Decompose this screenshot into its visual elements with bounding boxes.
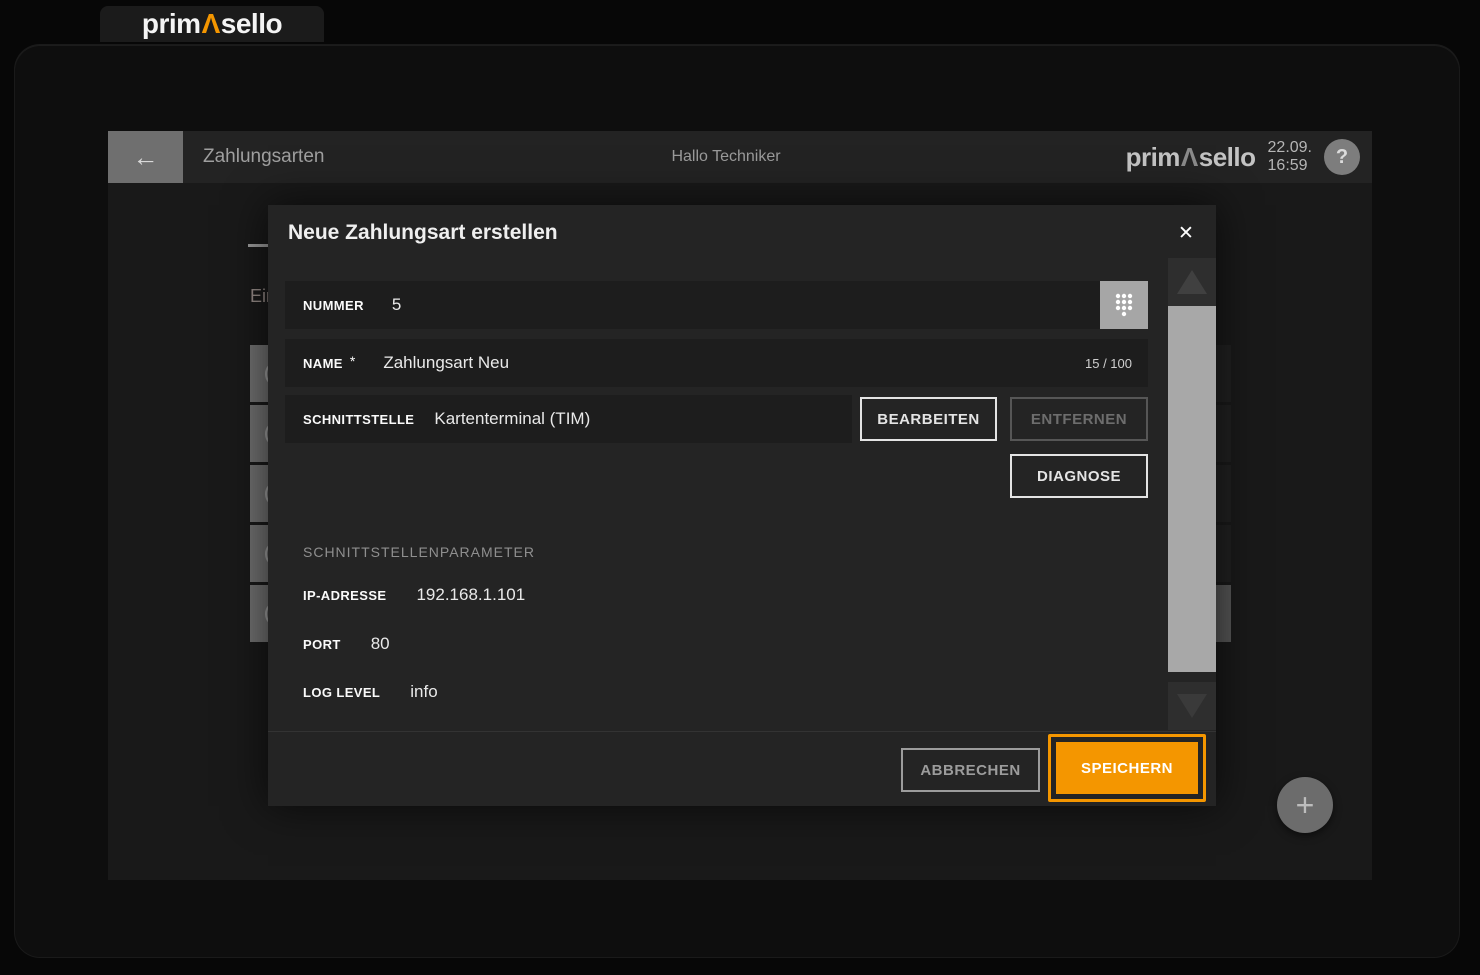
scroll-up-button[interactable]	[1168, 258, 1216, 306]
help-button[interactable]: ?	[1324, 139, 1360, 175]
port-value: 80	[371, 634, 390, 654]
brand-part2: sello	[221, 8, 282, 39]
name-value: Zahlungsart Neu	[383, 353, 509, 373]
modal-title: Neue Zahlungsart erstellen	[288, 221, 558, 245]
background-tab-underline	[248, 244, 268, 247]
char-counter: 15 / 100	[1085, 356, 1148, 371]
header-right-group: primΛsello 22.09. 16:59 ?	[1126, 131, 1360, 183]
add-payment-type-fab[interactable]: +	[1277, 777, 1333, 833]
triangle-down-icon	[1177, 694, 1207, 718]
close-button[interactable]: ✕	[1170, 217, 1202, 249]
brand-part1: prim	[142, 8, 201, 39]
port-field[interactable]: PORT 80	[303, 634, 390, 654]
schnittstelle-field[interactable]: SCHNITTSTELLE Kartenterminal (TIM)	[285, 395, 852, 443]
ip-value: 192.168.1.101	[416, 585, 525, 605]
nummer-value: 5	[392, 295, 401, 315]
scrollbar-thumb[interactable]	[1168, 306, 1216, 672]
back-button[interactable]: ←	[108, 131, 183, 183]
date-label: 22.09.	[1268, 139, 1312, 157]
time-label: 16:59	[1268, 157, 1312, 175]
modal-scrollbar[interactable]	[1168, 258, 1216, 735]
nummer-field[interactable]: NUMMER 5	[285, 281, 1148, 329]
params-section-label: SCHNITTSTELLENPARAMETER	[303, 544, 535, 560]
name-field[interactable]: NAME * Zahlungsart Neu 15 / 100	[285, 339, 1148, 387]
header-brand-logo: primΛsello	[1126, 142, 1256, 173]
numpad-button[interactable]	[1100, 281, 1148, 329]
speichern-button[interactable]: SPEICHERN	[1056, 742, 1198, 794]
bearbeiten-button[interactable]: BEARBEITEN	[860, 397, 997, 441]
loglevel-field[interactable]: LOG LEVEL info	[303, 682, 438, 702]
port-label: PORT	[303, 637, 341, 652]
brand-lambda-icon: Λ	[1180, 142, 1199, 172]
user-greeting: Hallo Techniker	[616, 148, 836, 166]
plus-icon: +	[1296, 787, 1315, 824]
question-mark-icon: ?	[1336, 146, 1348, 169]
abbrechen-button[interactable]: ABBRECHEN	[901, 748, 1040, 792]
diagnose-button[interactable]: DIAGNOSE	[1010, 454, 1148, 498]
speichern-button-highlight[interactable]: SPEICHERN	[1048, 734, 1206, 802]
loglevel-label: LOG LEVEL	[303, 685, 380, 700]
schnittstelle-value: Kartenterminal (TIM)	[434, 409, 590, 429]
brand-logo: primΛsello	[142, 8, 282, 40]
brand-tab: primΛsello	[100, 6, 324, 42]
create-payment-type-modal: Neue Zahlungsart erstellen ✕ NUMMER 5 NA…	[268, 205, 1216, 806]
loglevel-value: info	[410, 682, 437, 702]
back-arrow-icon: ←	[133, 142, 159, 173]
page-title: Zahlungsarten	[203, 146, 324, 168]
entfernen-button[interactable]: ENTFERNEN	[1010, 397, 1148, 441]
ip-field[interactable]: IP-ADRESSE 192.168.1.101	[303, 585, 525, 605]
ip-label: IP-ADRESSE	[303, 588, 386, 603]
brand-part1: prim	[1126, 142, 1180, 172]
required-asterisk: *	[350, 353, 355, 369]
schnittstelle-label: SCHNITTSTELLE	[285, 412, 414, 427]
datetime-display: 22.09. 16:59	[1268, 139, 1312, 174]
nummer-label: NUMMER	[285, 298, 364, 313]
brand-lambda-icon: Λ	[201, 8, 221, 39]
close-icon: ✕	[1178, 222, 1194, 245]
modal-footer: ABBRECHEN SPEICHERN	[268, 731, 1216, 806]
brand-part2: sello	[1199, 142, 1256, 172]
name-label: NAME	[285, 356, 343, 371]
triangle-up-icon	[1177, 270, 1207, 294]
scroll-down-button[interactable]	[1168, 682, 1216, 730]
header-bar: ← Zahlungsarten Hallo Techniker primΛsel…	[108, 131, 1372, 183]
keypad-icon	[1113, 291, 1135, 319]
